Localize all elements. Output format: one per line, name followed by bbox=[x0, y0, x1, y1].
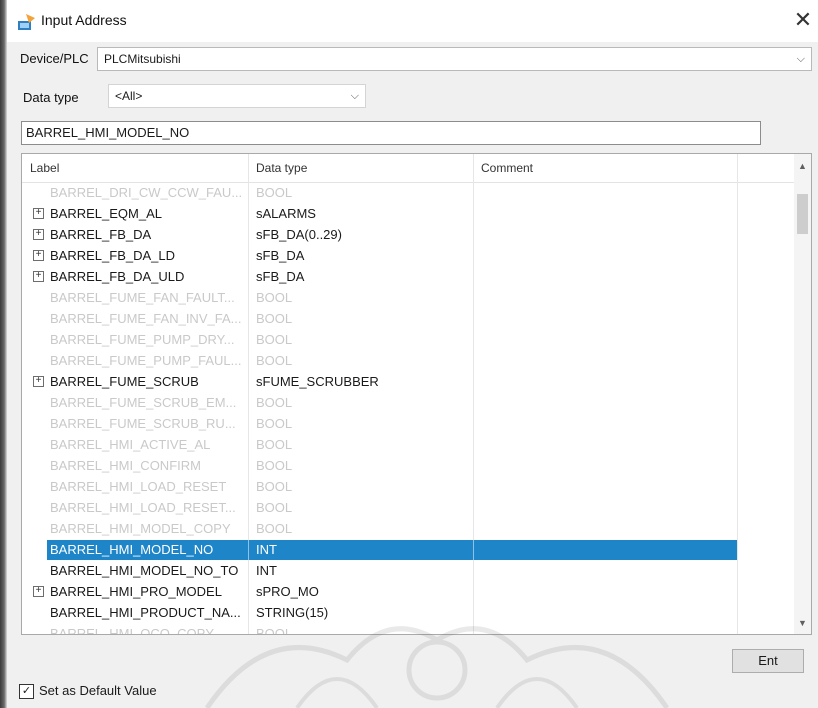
table-row[interactable]: BARREL_FUME_SCRUB_RU... BOOL bbox=[22, 414, 794, 434]
title-bar: Input Address ✕ bbox=[7, 0, 818, 42]
row-data-type: BOOL bbox=[256, 395, 293, 410]
column-header-data-type[interactable]: Data type bbox=[256, 161, 307, 175]
row-label: BARREL_FB_DA_ULD bbox=[50, 269, 185, 284]
row-label: BARREL_FUME_FAN_FAULT... bbox=[50, 290, 235, 305]
row-data-type: BOOL bbox=[256, 479, 293, 494]
default-value-label: Set as Default Value bbox=[39, 683, 157, 698]
row-label: BARREL_FUME_SCRUB bbox=[50, 374, 199, 389]
table-row[interactable]: BARREL_HMI_CONFIRM BOOL bbox=[22, 456, 794, 476]
row-data-type: BOOL bbox=[256, 290, 293, 305]
scroll-down-arrow-icon[interactable]: ▼ bbox=[794, 615, 811, 632]
row-data-type: INT bbox=[256, 563, 277, 578]
close-icon[interactable]: ✕ bbox=[789, 6, 817, 34]
table-row[interactable]: + BARREL_FB_DA sFB_DA(0..29) bbox=[22, 225, 794, 245]
input-address-dialog: Input Address ✕ Device/PLC PLCMitsubishi… bbox=[7, 0, 818, 708]
row-data-type: sFB_DA bbox=[256, 248, 305, 263]
label-grid: Label Data type Comment BARREL_DRI_CW_CC… bbox=[21, 153, 812, 635]
table-row[interactable]: BARREL_FUME_FAN_INV_FA... BOOL bbox=[22, 309, 794, 329]
row-label: BARREL_FUME_PUMP_DRY... bbox=[50, 332, 235, 347]
table-row[interactable]: BARREL_DRI_CW_CCW_FAU... BOOL bbox=[22, 183, 794, 203]
device-plc-dropdown[interactable]: PLCMitsubishi ⌵ bbox=[97, 47, 812, 71]
expand-plus-icon[interactable]: + bbox=[33, 586, 44, 597]
row-label: BARREL_HMI_MODEL_COPY bbox=[50, 521, 231, 536]
grid-header: Label Data type Comment bbox=[22, 154, 794, 183]
window-title: Input Address bbox=[41, 12, 127, 28]
data-type-value: <All> bbox=[115, 89, 143, 103]
row-data-type: BOOL bbox=[256, 332, 293, 347]
table-row[interactable]: BARREL_HMI_LOAD_RESET BOOL bbox=[22, 477, 794, 497]
chevron-down-icon: ⌵ bbox=[796, 53, 805, 65]
background-window-edge bbox=[0, 0, 7, 708]
column-header-label[interactable]: Label bbox=[30, 161, 59, 175]
table-row-selected[interactable]: BARREL_HMI_MODEL_NO INT bbox=[22, 540, 794, 560]
row-data-type: BOOL bbox=[256, 311, 293, 326]
row-data-type: sFUME_SCRUBBER bbox=[256, 374, 379, 389]
row-label: BARREL_FUME_FAN_INV_FA... bbox=[50, 311, 242, 326]
table-row[interactable]: BARREL_FUME_PUMP_FAUL... BOOL bbox=[22, 351, 794, 371]
row-data-type: BOOL bbox=[256, 458, 293, 473]
row-data-type: BOOL bbox=[256, 353, 293, 368]
chevron-down-icon: ⌵ bbox=[350, 90, 359, 102]
table-row[interactable]: + BARREL_EQM_AL sALARMS bbox=[22, 204, 794, 224]
row-label: BARREL_HMI_ACTIVE_AL bbox=[50, 437, 211, 452]
row-label: BARREL_FB_DA_LD bbox=[50, 248, 175, 263]
table-row[interactable]: BARREL_FUME_FAN_FAULT... BOOL bbox=[22, 288, 794, 308]
expand-plus-icon[interactable]: + bbox=[33, 229, 44, 240]
data-type-label: Data type bbox=[23, 90, 79, 105]
app-icon bbox=[17, 12, 37, 32]
expand-plus-icon[interactable]: + bbox=[33, 250, 44, 261]
row-data-type: sPRO_MO bbox=[256, 584, 319, 599]
table-row[interactable]: + BARREL_FB_DA_LD sFB_DA bbox=[22, 246, 794, 266]
row-data-type: BOOL bbox=[256, 416, 293, 431]
table-row[interactable]: BARREL_HMI_MODEL_COPY BOOL bbox=[22, 519, 794, 539]
table-row[interactable]: + BARREL_FB_DA_ULD sFB_DA bbox=[22, 267, 794, 287]
expand-plus-icon[interactable]: + bbox=[33, 271, 44, 282]
row-label: BARREL_FUME_PUMP_FAUL... bbox=[50, 353, 242, 368]
table-row[interactable]: BARREL_HMI_ACTIVE_AL BOOL bbox=[22, 435, 794, 455]
device-plc-value: PLCMitsubishi bbox=[104, 52, 181, 66]
table-row[interactable]: BARREL_FUME_SCRUB_EM... BOOL bbox=[22, 393, 794, 413]
scrollbar-thumb[interactable] bbox=[797, 194, 808, 234]
row-data-type: BOOL bbox=[256, 185, 293, 200]
row-label: BARREL_HMI_MODEL_NO_TO bbox=[50, 563, 239, 578]
column-header-comment[interactable]: Comment bbox=[481, 161, 533, 175]
row-label: BARREL_FUME_SCRUB_RU... bbox=[50, 416, 236, 431]
row-label: BARREL_HMI_PRO_MODEL bbox=[50, 584, 222, 599]
row-data-type: BOOL bbox=[256, 521, 293, 536]
column-divider bbox=[473, 540, 474, 560]
row-label: BARREL_FB_DA bbox=[50, 227, 152, 242]
ent-button[interactable]: Ent bbox=[732, 649, 804, 673]
device-label: Device/PLC bbox=[20, 51, 89, 66]
row-label: BARREL_HMI_MODEL_NO bbox=[50, 542, 214, 557]
row-data-type: BOOL bbox=[256, 437, 293, 452]
table-row[interactable]: BARREL_FUME_PUMP_DRY... BOOL bbox=[22, 330, 794, 350]
vertical-scrollbar[interactable]: ▲ ▼ bbox=[794, 154, 811, 634]
expand-plus-icon[interactable]: + bbox=[33, 376, 44, 387]
row-label: BARREL_HMI_CONFIRM bbox=[50, 458, 201, 473]
table-row[interactable]: BARREL_HMI_LOAD_RESET... BOOL bbox=[22, 498, 794, 518]
address-input[interactable]: BARREL_HMI_MODEL_NO bbox=[21, 121, 761, 145]
row-data-type: sFB_DA(0..29) bbox=[256, 227, 342, 242]
seal-watermark bbox=[204, 626, 670, 708]
row-data-type: sFB_DA bbox=[256, 269, 305, 284]
row-label: BARREL_DRI_CW_CCW_FAU... bbox=[50, 185, 243, 200]
column-divider bbox=[248, 540, 249, 560]
row-data-type: sALARMS bbox=[256, 206, 316, 221]
row-label: BARREL_EQM_AL bbox=[50, 206, 162, 221]
row-data-type: INT bbox=[256, 542, 277, 557]
expand-plus-icon[interactable]: + bbox=[33, 208, 44, 219]
table-row[interactable]: BARREL_HMI_MODEL_NO_TO INT bbox=[22, 561, 794, 581]
data-type-dropdown[interactable]: <All> ⌵ bbox=[108, 84, 366, 108]
row-data-type: BOOL bbox=[256, 500, 293, 515]
row-label: BARREL_FUME_SCRUB_EM... bbox=[50, 395, 237, 410]
scroll-up-arrow-icon[interactable]: ▲ bbox=[794, 158, 811, 175]
row-label: BARREL_HMI_LOAD_RESET... bbox=[50, 500, 236, 515]
table-row[interactable]: + BARREL_HMI_PRO_MODEL sPRO_MO bbox=[22, 582, 794, 602]
default-value-checkbox[interactable]: ✓ bbox=[19, 684, 34, 699]
row-label: BARREL_HMI_LOAD_RESET bbox=[50, 479, 227, 494]
table-row[interactable]: + BARREL_FUME_SCRUB sFUME_SCRUBBER bbox=[22, 372, 794, 392]
